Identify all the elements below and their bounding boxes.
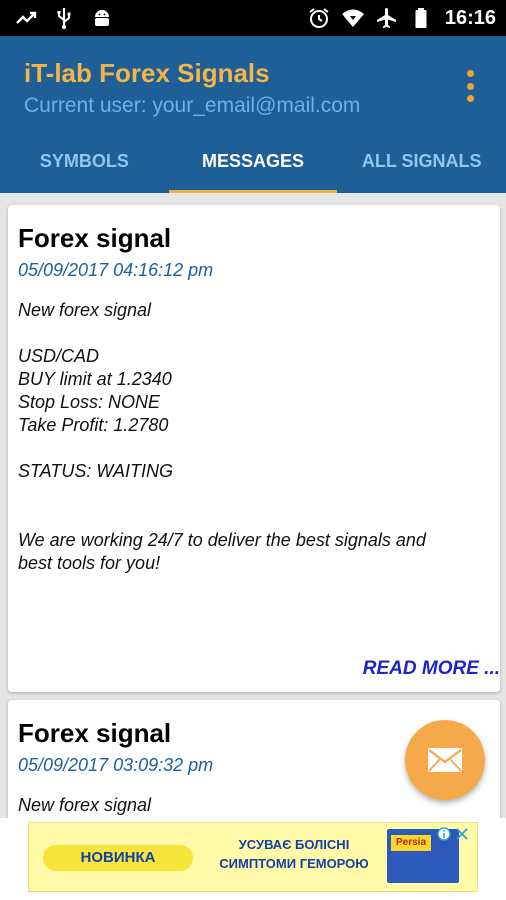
battery-icon [415, 8, 427, 28]
status-bar: 16:16 [0, 0, 506, 36]
ad-text-line: УСУВАЄ БОЛІСНІ [238, 837, 350, 852]
android-icon [95, 10, 109, 26]
message-line: New forex signal [18, 795, 152, 815]
tab-bar: SYMBOLS MESSAGES ALL SIGNALS [0, 144, 506, 193]
message-date: 05/09/2017 04:16:12 pm [18, 260, 214, 280]
tab-all-signals[interactable]: ALL SIGNALS [337, 144, 506, 193]
message-line: best tools for you! [18, 553, 161, 573]
tab-messages[interactable]: MESSAGES [168, 144, 338, 193]
airplane-icon [376, 8, 396, 28]
message-line: BUY limit at 1.2340 [18, 369, 172, 389]
overflow-menu-icon [466, 82, 474, 90]
message-body: New forex signal [18, 794, 490, 817]
message-line [18, 483, 490, 506]
usb-icon [57, 8, 71, 30]
tab-symbols[interactable]: SYMBOLS [0, 144, 169, 193]
message-title: Forex signal [18, 223, 172, 253]
product-label: Persia [391, 835, 431, 851]
alarm-icon [309, 8, 329, 28]
ad-banner[interactable]: НОВИНКА УСУВАЄ БОЛІСНІ СИМПТОМИ ГЕМОРОЮ … [28, 822, 478, 892]
message-line: USD/CAD [18, 346, 100, 366]
trend-icon [16, 11, 37, 24]
message-line: Stop Loss: NONE [18, 392, 161, 412]
message-line [18, 506, 490, 529]
clock: 16:16 [444, 6, 496, 29]
wifi-icon [341, 9, 364, 27]
mail-icon [428, 748, 462, 772]
ad-close-icon[interactable] [455, 827, 469, 841]
app-bar: iT-lab Forex Signals Current user: your_… [0, 36, 506, 193]
overflow-menu-icon [466, 70, 474, 77]
compose-mail-button[interactable] [405, 720, 485, 800]
message-body: New forex signal USD/CAD BUY limit at 1.… [18, 299, 490, 575]
overflow-menu-icon [466, 95, 474, 102]
ad-text-line: СИМПТОМИ ГЕМОРОЮ [219, 856, 369, 871]
message-line: Take Profit: 1.2780 [18, 415, 169, 435]
ad-text: УСУВАЄ БОЛІСНІ СИМПТОМИ ГЕМОРОЮ [199, 835, 389, 873]
status-bar-left [14, 6, 114, 30]
message-line [18, 437, 490, 460]
ad-banner-container: НОВИНКА УСУВАЄ БОЛІСНІ СИМПТОМИ ГЕМОРОЮ … [0, 818, 506, 900]
read-more-link[interactable]: READ MORE ... [363, 658, 500, 680]
status-bar-right: 16:16 [307, 6, 496, 30]
message-line: STATUS: WAITING [18, 461, 174, 481]
current-user-label: Current user: your_email@mail.com [24, 94, 361, 117]
ad-badge: НОВИНКА [43, 845, 193, 871]
message-card[interactable]: Forex signal 05/09/2017 04:16:12 pm New … [8, 205, 500, 692]
message-line [18, 322, 490, 345]
overflow-menu-button[interactable] [462, 66, 478, 106]
message-line: We are working 24/7 to deliver the best … [18, 530, 426, 550]
message-line: New forex signal [18, 300, 152, 320]
ad-info-icon[interactable] [437, 827, 451, 841]
app-title: iT-lab Forex Signals [24, 58, 270, 88]
